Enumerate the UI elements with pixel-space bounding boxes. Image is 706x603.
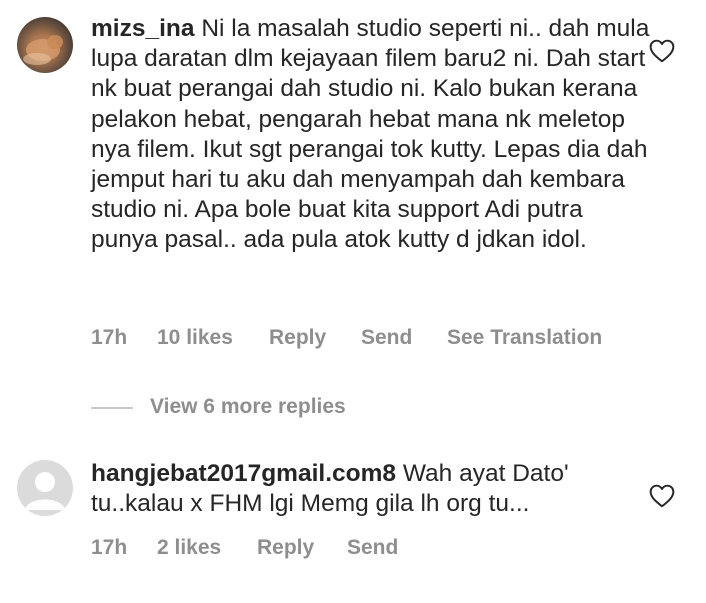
send-button[interactable]: Send <box>347 536 398 560</box>
avatar[interactable] <box>17 460 73 516</box>
heart-icon[interactable] <box>649 484 675 508</box>
heart-icon[interactable] <box>649 39 675 63</box>
comment-time: 17h <box>91 536 128 559</box>
replies-divider-line <box>91 407 133 409</box>
comment-username[interactable]: hangjebat2017gmail.com8 <box>91 460 396 487</box>
likes-count[interactable]: 2 likes <box>157 536 221 560</box>
profile-photo-icon <box>23 35 63 65</box>
see-translation-button[interactable]: See Translation <box>447 326 602 350</box>
send-button[interactable]: Send <box>361 326 412 350</box>
comment-text-block: mizs_ina Ni la masalah studio seperti ni… <box>91 14 651 256</box>
comment-time: 17h <box>91 326 128 349</box>
default-avatar-icon <box>25 472 65 510</box>
avatar[interactable] <box>17 17 73 73</box>
reply-button[interactable]: Reply <box>257 536 314 560</box>
comment-item: hangjebat2017gmail.com8 Wah ayat Dato' t… <box>0 450 706 600</box>
comment-text-block: hangjebat2017gmail.com8 Wah ayat Dato' t… <box>91 459 651 519</box>
comment-text: Ni la masalah studio seperti ni.. dah mu… <box>91 15 650 254</box>
comment-item: mizs_ina Ni la masalah studio seperti ni… <box>0 0 706 380</box>
view-more-replies-label[interactable]: View 6 more replies <box>150 395 346 419</box>
reply-button[interactable]: Reply <box>269 326 326 350</box>
likes-count[interactable]: 10 likes <box>157 326 233 350</box>
comment-username[interactable]: mizs_ina <box>91 15 195 42</box>
